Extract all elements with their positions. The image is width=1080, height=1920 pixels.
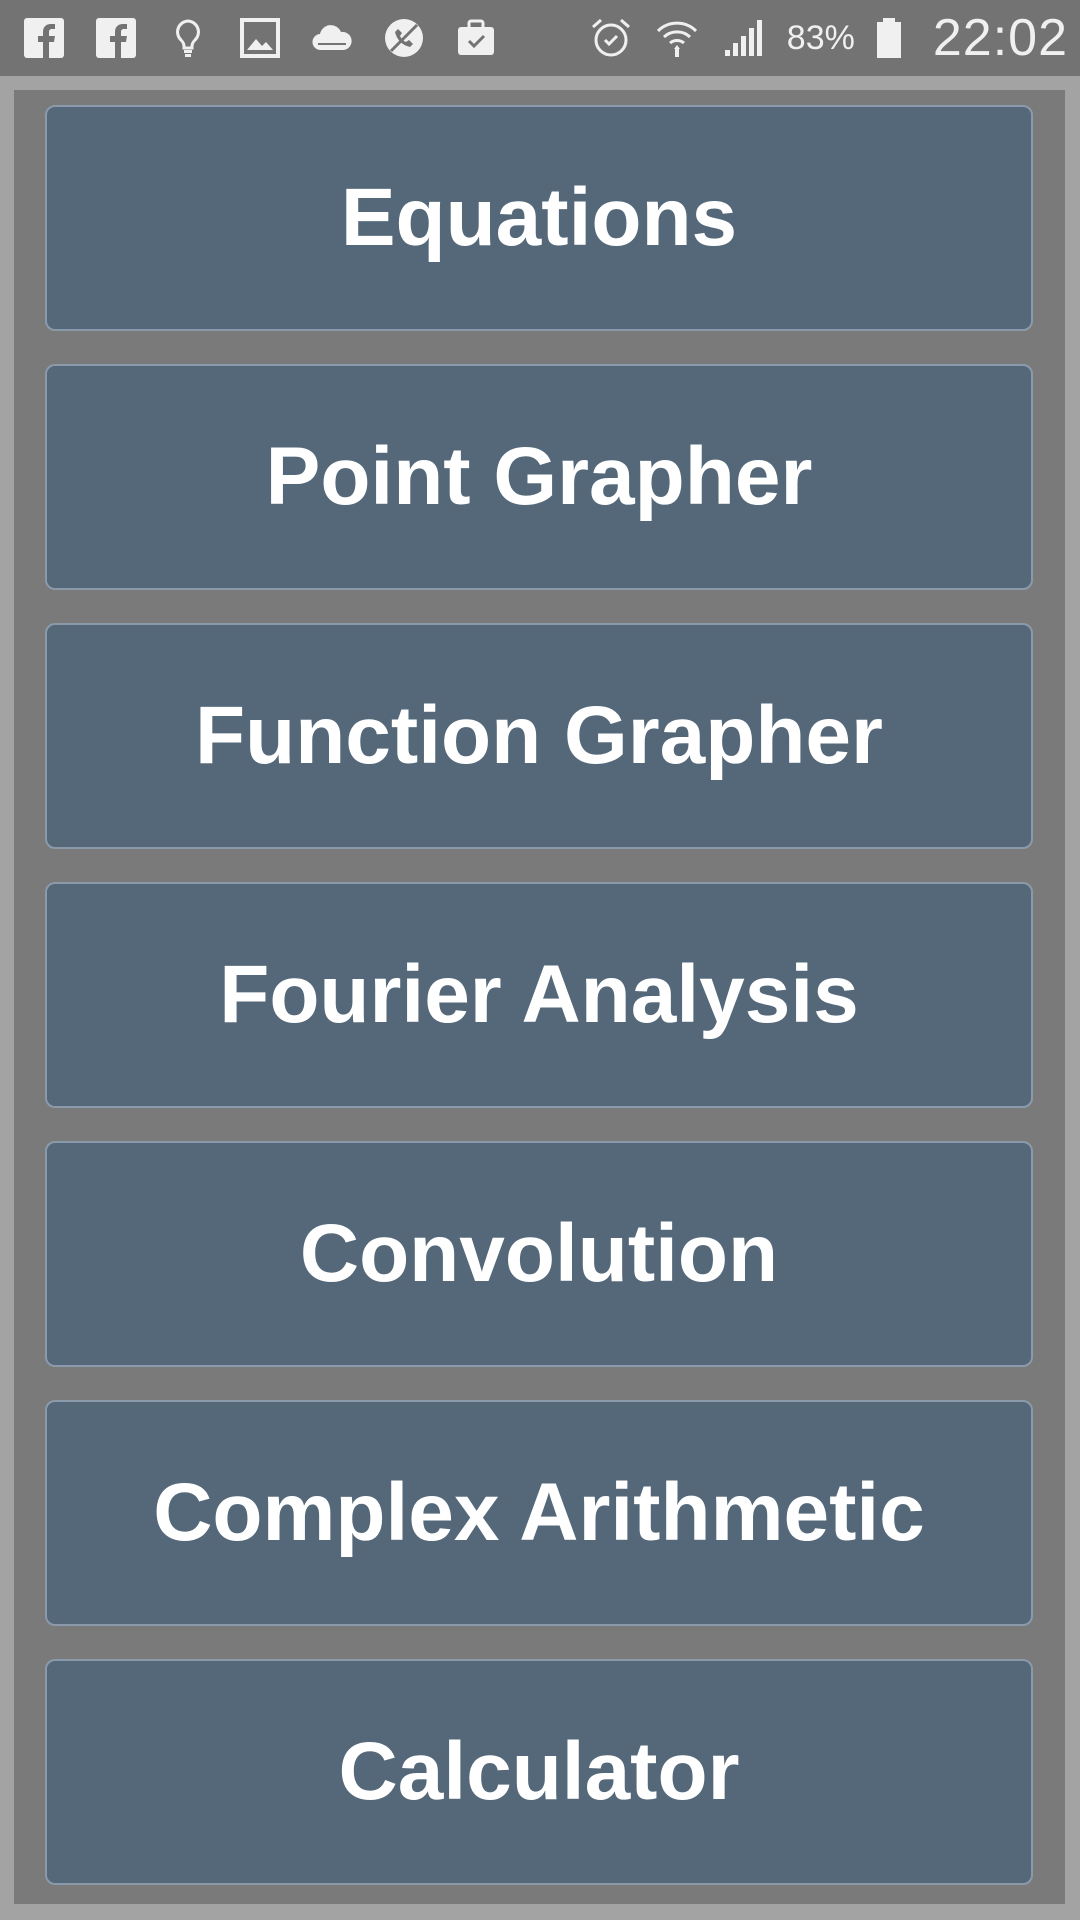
clock: 22:02 xyxy=(932,9,1068,67)
fourier-analysis-button[interactable]: Fourier Analysis xyxy=(45,882,1033,1108)
alarm-icon xyxy=(589,16,633,60)
cloud-icon xyxy=(310,16,354,60)
notification-icons xyxy=(22,16,589,60)
complex-arithmetic-button[interactable]: Complex Arithmetic xyxy=(45,1400,1033,1626)
no-call-icon xyxy=(382,16,426,60)
facebook-icon xyxy=(22,16,66,60)
calculator-button[interactable]: Calculator xyxy=(45,1659,1033,1885)
battery-icon xyxy=(867,16,911,60)
system-icons: 83% 22:02 xyxy=(589,8,1068,68)
lightbulb-icon xyxy=(166,16,210,60)
convolution-button[interactable]: Convolution xyxy=(45,1141,1033,1367)
equations-button[interactable]: Equations xyxy=(45,105,1033,331)
point-grapher-button[interactable]: Point Grapher xyxy=(45,364,1033,590)
briefcase-check-icon xyxy=(454,16,498,60)
battery-percent: 83% xyxy=(786,18,855,57)
facebook-icon xyxy=(94,16,138,60)
wifi-icon xyxy=(655,16,699,60)
status-bar: 83% 22:02 xyxy=(0,0,1080,76)
function-grapher-button[interactable]: Function Grapher xyxy=(45,623,1033,849)
menu-panel: Equations Point Grapher Function Grapher… xyxy=(14,90,1065,1904)
gallery-icon xyxy=(238,16,282,60)
signal-icon xyxy=(721,16,765,60)
